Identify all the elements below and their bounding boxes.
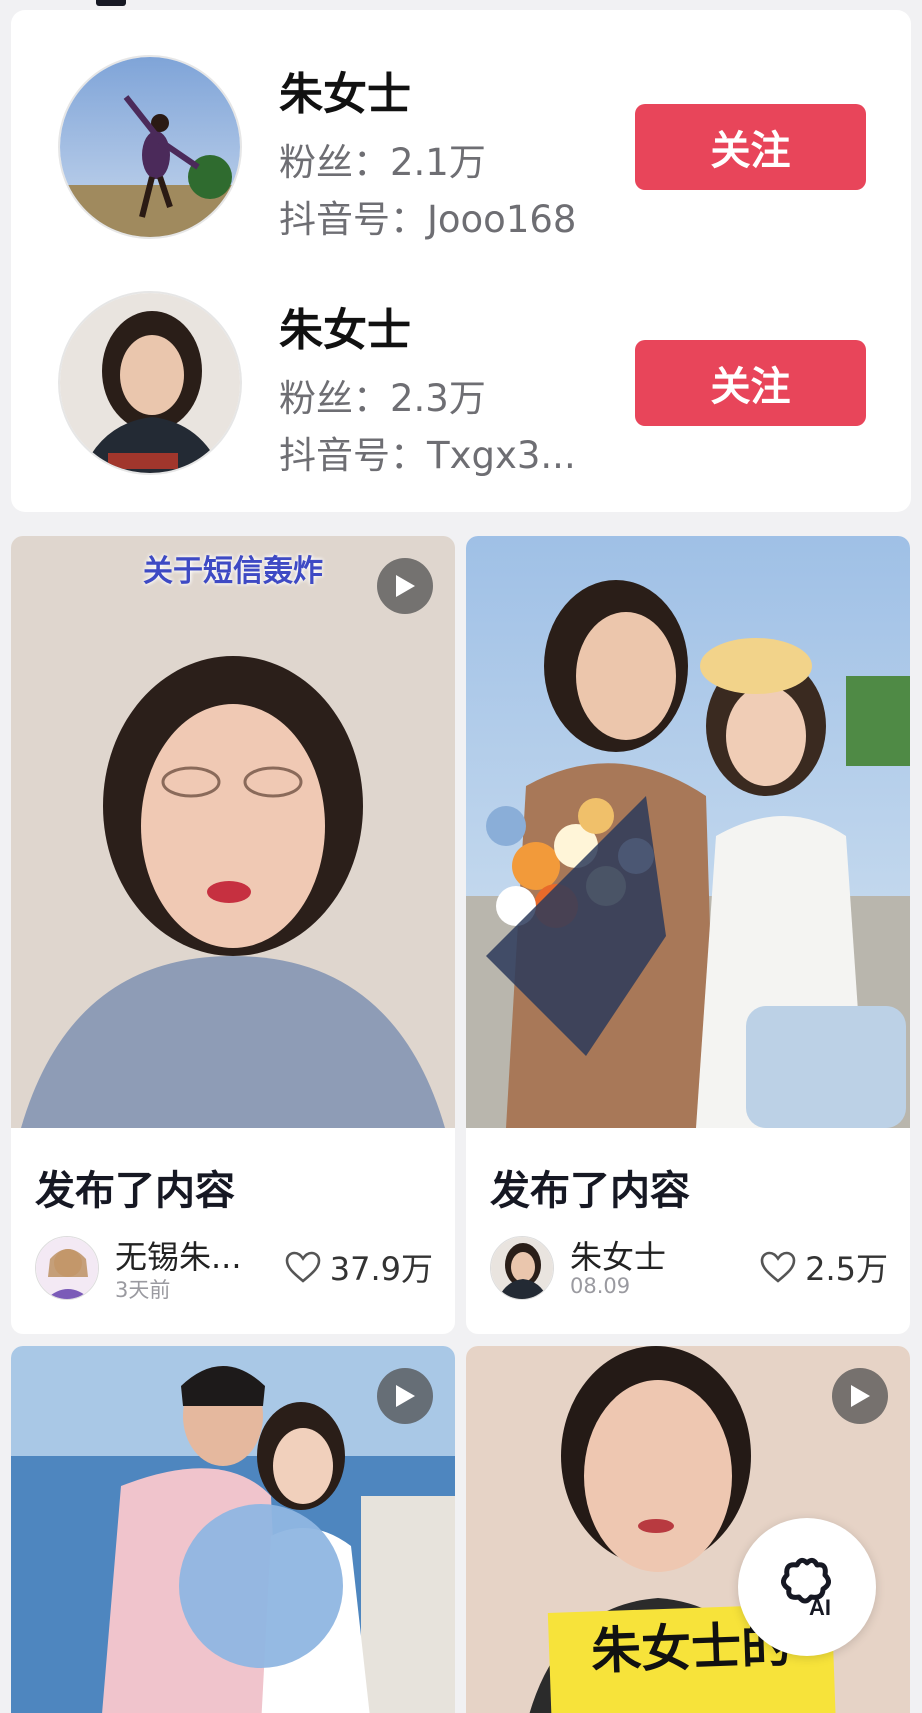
post-time: 3天前 bbox=[115, 1278, 171, 1302]
heart-icon bbox=[760, 1251, 796, 1283]
play-icon[interactable] bbox=[832, 1368, 888, 1424]
ai-icon: AI bbox=[781, 1557, 831, 1619]
like-count: 2.5万 bbox=[805, 1250, 888, 1288]
video-thumbnail[interactable] bbox=[466, 536, 910, 1128]
avatar[interactable] bbox=[58, 55, 242, 239]
post-title[interactable]: 发布了内容 bbox=[490, 1158, 690, 1216]
follow-button[interactable]: 关注 bbox=[635, 104, 866, 190]
video-card[interactable]: 发布了内容 朱女士 08.09 2.5万 bbox=[466, 536, 910, 1334]
video-card[interactable]: 关于短信轰炸 发布了内容 无锡朱... 3天前 37.9万 bbox=[11, 536, 455, 1334]
user-row[interactable]: 朱女士 粉丝：2.3万 抖音号：Txgx3... 关注 bbox=[11, 280, 911, 480]
video-thumbnail[interactable] bbox=[11, 1346, 455, 1713]
avatar[interactable] bbox=[490, 1236, 554, 1300]
douyin-id: 抖音号：Jooo168 bbox=[279, 198, 577, 241]
fans-count: 粉丝：2.1万 bbox=[279, 141, 486, 184]
tab-indicator bbox=[96, 0, 126, 6]
play-icon[interactable] bbox=[377, 558, 433, 614]
post-title[interactable]: 发布了内容 bbox=[35, 1158, 235, 1216]
video-thumbnail[interactable]: 关于短信轰炸 bbox=[11, 536, 455, 1128]
video-card[interactable] bbox=[11, 1346, 455, 1713]
user-name[interactable]: 朱女士 bbox=[279, 58, 411, 122]
avatar[interactable] bbox=[58, 291, 242, 475]
follow-button[interactable]: 关注 bbox=[635, 340, 866, 426]
like-button[interactable]: 37.9万 bbox=[284, 1244, 433, 1290]
user-name[interactable]: 朱女士 bbox=[279, 294, 411, 358]
fans-count: 粉丝：2.3万 bbox=[279, 377, 486, 420]
user-row[interactable]: 朱女士 粉丝：2.1万 抖音号：Jooo168 关注 bbox=[11, 44, 911, 244]
ai-assistant-button[interactable]: AI bbox=[738, 1518, 876, 1656]
author-name[interactable]: 无锡朱... bbox=[115, 1232, 255, 1278]
douyin-id: 抖音号：Txgx3... bbox=[279, 434, 576, 477]
user-results-card: 朱女士 粉丝：2.1万 抖音号：Jooo168 关注 朱女士 粉丝：2.3万 抖… bbox=[11, 10, 911, 512]
svg-text:AI: AI bbox=[809, 1595, 831, 1619]
like-button[interactable]: 2.5万 bbox=[759, 1244, 888, 1290]
post-time: 08.09 bbox=[570, 1274, 631, 1298]
avatar[interactable] bbox=[35, 1236, 99, 1300]
author-name[interactable]: 朱女士 bbox=[570, 1232, 710, 1278]
play-icon[interactable] bbox=[377, 1368, 433, 1424]
like-count: 37.9万 bbox=[329, 1250, 433, 1288]
heart-icon bbox=[285, 1251, 321, 1283]
